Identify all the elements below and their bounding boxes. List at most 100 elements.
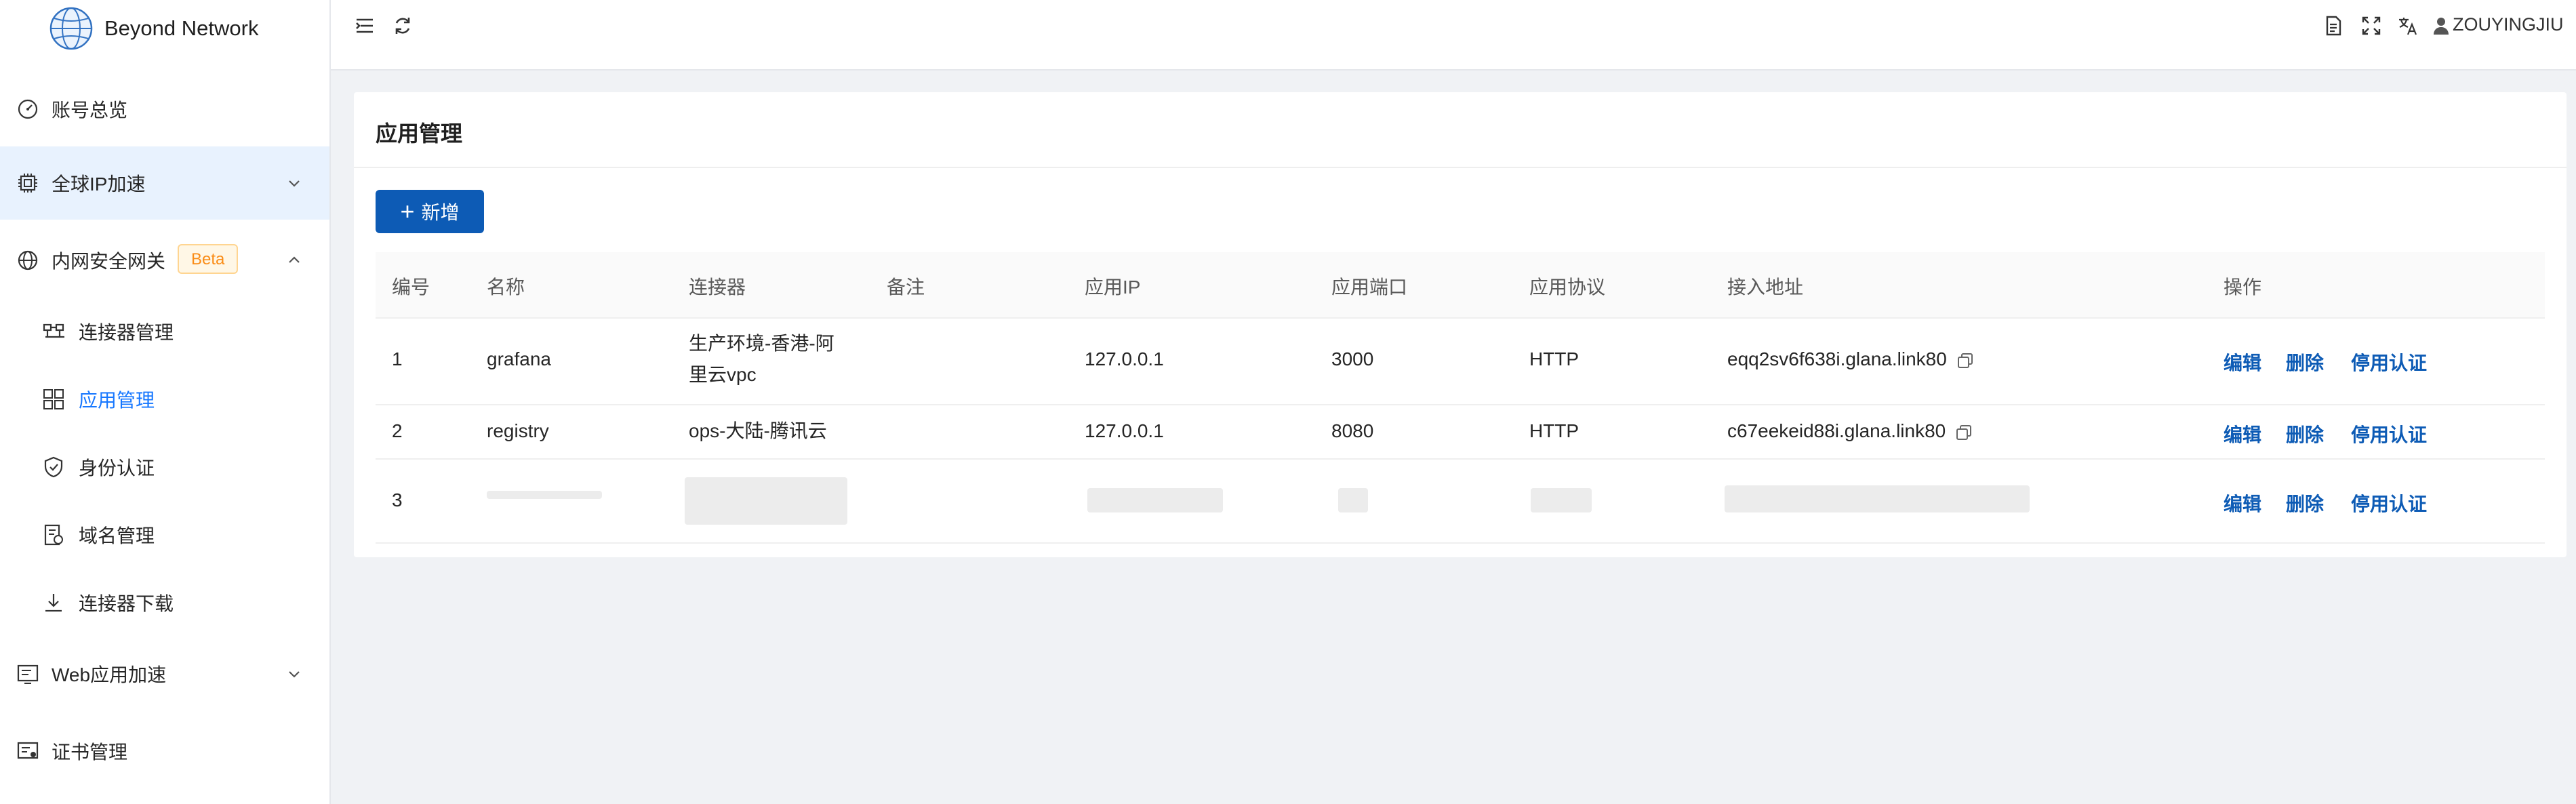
table-row: 3 编辑 删除 停用认证	[376, 458, 2545, 544]
column-header-protocol: 应用协议	[1529, 277, 1606, 298]
edit-button[interactable]: 编辑	[2223, 420, 2261, 447]
sidebar-item-global-ip-acceleration[interactable]: 全球IP加速	[0, 146, 329, 220]
plus-icon: +	[400, 197, 415, 225]
cell-access-address: c67eekeid88i.glana.link80	[1727, 416, 1973, 447]
translate-icon[interactable]	[2397, 15, 2419, 37]
web-icon	[17, 664, 39, 684]
cell-protocol: HTTP	[1529, 348, 1579, 369]
column-header-note: 备注	[887, 277, 925, 298]
table-header: 编号 名称 连接器 备注 应用IP 应用端口 应用协议 接入地址 操作	[376, 252, 2545, 319]
cell-protocol: HTTP	[1529, 420, 1579, 441]
download-icon	[45, 594, 62, 612]
globe-logo-icon	[49, 7, 93, 50]
column-header-name: 名称	[487, 277, 525, 298]
access-address-text: c67eekeid88i.glana.link80	[1727, 420, 1946, 441]
chip-icon	[18, 174, 37, 193]
sidebar-subitem-label: 应用管理	[79, 390, 155, 411]
column-header-actions: 操作	[2223, 277, 2262, 298]
copy-icon[interactable]	[1956, 352, 1974, 369]
column-header-id: 编号	[392, 277, 430, 298]
cell-id: 1	[392, 348, 403, 369]
redacted-protocol	[1531, 488, 1592, 512]
column-header-connector: 连接器	[689, 277, 746, 298]
sidebar-item-label: 全球IP加速	[52, 174, 146, 195]
edit-button[interactable]: 编辑	[2223, 489, 2261, 517]
chevron-down-icon	[289, 671, 300, 678]
disable-auth-button[interactable]: 停用认证	[2351, 420, 2427, 447]
document-icon[interactable]	[2322, 15, 2344, 37]
page-title: 应用管理	[376, 121, 463, 146]
disable-auth-button[interactable]: 停用认证	[2351, 348, 2427, 376]
cell-id: 3	[392, 489, 403, 510]
chevron-down-icon	[289, 180, 300, 187]
add-button-label: 新增	[421, 202, 460, 223]
cell-app-ip: 127.0.0.1	[1085, 420, 1164, 441]
sidebar: Beyond Network 账号总览 全球IP加速 内网安全网关 Beta 连…	[0, 0, 331, 804]
connector-icon	[43, 323, 64, 338]
add-button[interactable]: + 新增	[376, 190, 484, 233]
sidebar-item-label: 账号总览	[52, 100, 128, 121]
column-header-app-port: 应用端口	[1331, 277, 1408, 298]
user-icon[interactable]	[2432, 15, 2450, 37]
globe-gear-icon	[18, 250, 38, 270]
sidebar-subitem-label: 连接器管理	[79, 322, 174, 343]
dashboard-icon	[18, 99, 38, 119]
sidebar-item-intranet-security-gateway[interactable]: 内网安全网关 Beta	[0, 224, 329, 297]
apps-icon	[43, 389, 64, 409]
copy-icon[interactable]	[1955, 424, 1973, 441]
card-divider	[354, 167, 2567, 168]
chevron-up-icon	[289, 256, 300, 263]
connector-line: 生产环境-香港-阿	[689, 333, 834, 354]
cell-name: grafana	[487, 348, 551, 369]
delete-button[interactable]: 删除	[2286, 420, 2324, 447]
app-management-card: 应用管理 + 新增 编号 名称 连接器 备注 应用IP 应用端口 应用协议 接入…	[354, 92, 2567, 557]
sidebar-subitem-application-management[interactable]: 应用管理	[0, 369, 329, 430]
connector-line: 里云vpc	[689, 364, 757, 385]
sidebar-item-label: 内网安全网关	[52, 251, 166, 272]
sidebar-subitem-connector-management[interactable]: 连接器管理	[0, 301, 329, 362]
cell-id: 2	[392, 420, 403, 441]
sidebar-subitem-label: 身份认证	[79, 458, 155, 479]
refresh-icon[interactable]	[392, 15, 414, 37]
sidebar-item-label: 证书管理	[52, 742, 128, 763]
sidebar-item-account-overview[interactable]: 账号总览	[0, 73, 329, 146]
table-row: 2 registry ops-大陆-腾讯云 127.0.0.1 8080 HTT…	[376, 404, 2545, 460]
table-row: 1 grafana 生产环境-香港-阿 里云vpc 127.0.0.1 3000…	[376, 317, 2545, 405]
top-bar: ZOUYINGJIU	[331, 0, 2576, 71]
delete-button[interactable]: 删除	[2286, 489, 2324, 517]
cell-app-port: 8080	[1331, 420, 1374, 441]
edit-button[interactable]: 编辑	[2223, 348, 2261, 376]
shield-icon	[44, 456, 63, 478]
cell-access-address: eqq2sv6f638i.glana.link80	[1727, 344, 1974, 375]
sidebar-subitem-label: 域名管理	[79, 525, 155, 546]
cell-connector: 生产环境-香港-阿 里云vpc	[689, 328, 834, 390]
sidebar-subitem-domain-management[interactable]: 域名管理	[0, 504, 329, 565]
access-address-text: eqq2sv6f638i.glana.link80	[1727, 348, 1947, 369]
beta-badge: Beta	[178, 244, 239, 274]
user-name[interactable]: ZOUYINGJIU	[2453, 14, 2564, 35]
fullscreen-icon[interactable]	[2360, 15, 2382, 37]
redacted-app-ip	[1087, 488, 1223, 512]
column-header-app-ip: 应用IP	[1085, 277, 1141, 298]
sidebar-item-web-app-acceleration[interactable]: Web应用加速	[0, 637, 329, 710]
redacted-app-port	[1338, 488, 1368, 512]
sidebar-item-label: Web应用加速	[52, 664, 167, 685]
redacted-connector	[685, 477, 847, 525]
sidebar-subitem-identity-authentication[interactable]: 身份认证	[0, 437, 329, 498]
logo[interactable]: Beyond Network	[47, 4, 258, 53]
sidebar-item-certificate-management[interactable]: 证书管理	[0, 715, 329, 788]
delete-button[interactable]: 删除	[2286, 348, 2324, 376]
sidebar-subitem-connector-download[interactable]: 连接器下载	[0, 572, 329, 633]
domain-icon	[44, 524, 63, 546]
cell-app-port: 3000	[1331, 348, 1374, 369]
sidebar-subitem-label: 连接器下载	[79, 593, 174, 614]
disable-auth-button[interactable]: 停用认证	[2351, 489, 2427, 517]
cell-app-ip: 127.0.0.1	[1085, 348, 1164, 369]
certificate-icon	[17, 742, 39, 759]
app-name: Beyond Network	[104, 16, 259, 40]
menu-collapse-icon[interactable]	[354, 15, 376, 37]
redacted-name	[487, 491, 602, 499]
redacted-access-address	[1725, 485, 2030, 512]
cell-connector: ops-大陆-腾讯云	[689, 420, 827, 441]
cell-name: registry	[487, 420, 549, 441]
